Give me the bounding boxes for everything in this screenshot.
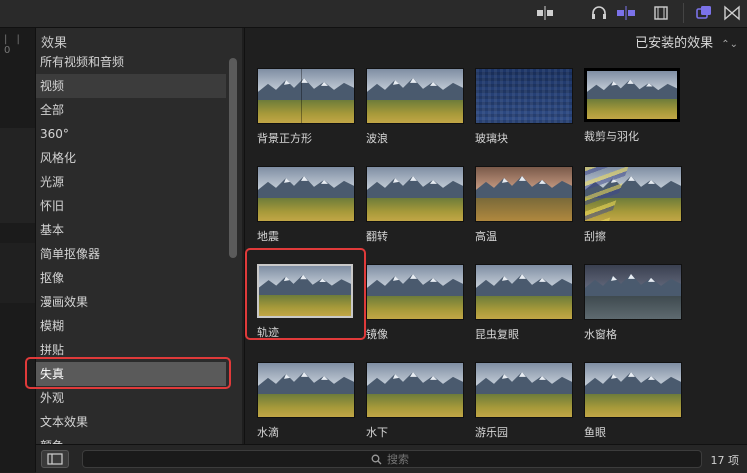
effect-label: 镜像: [366, 328, 388, 341]
effect-thumbnail[interactable]: [366, 264, 464, 320]
effect-label: 裁剪与羽化: [584, 130, 639, 143]
effect-label: 背景正方形: [257, 132, 312, 145]
headphones-icon[interactable]: [589, 4, 609, 22]
effect-thumbnail[interactable]: [584, 264, 682, 320]
effect-thumbnail[interactable]: [475, 362, 573, 418]
installed-effects-dropdown[interactable]: 已安装的效果 ⌃⌄: [635, 32, 738, 51]
effects-grid-panel: 已安装的效果 ⌃⌄ 背景正方形 波浪 玻璃块 裁剪与羽化地震 翻转 高温 刮擦轨迹 镜像 昆虫复…: [244, 28, 747, 444]
effect-label: 鱼眼: [584, 426, 606, 439]
left-strip-band: [0, 128, 35, 223]
effect-label: 高温: [475, 230, 497, 243]
panel-title: 效果: [41, 36, 68, 51]
split-view-icon[interactable]: [535, 4, 555, 22]
effect-tile[interactable]: 昆虫复眼: [475, 264, 573, 342]
effect-tile[interactable]: 波浪: [366, 68, 464, 146]
category-item[interactable]: 基本: [36, 218, 226, 242]
category-item[interactable]: 漫画效果: [36, 290, 226, 314]
category-item[interactable]: 视频: [36, 74, 226, 98]
effect-tile[interactable]: 镜像: [366, 264, 464, 342]
effect-label: 游乐园: [475, 426, 508, 439]
effect-thumbnail[interactable]: [366, 68, 464, 124]
category-panel: 效果 所有视频和音频 视频 全部 360° 风格化 光源 怀旧 基本 简单抠像器 抠像 漫画效果 模糊…: [36, 28, 242, 453]
search-input[interactable]: [83, 451, 701, 467]
effect-thumbnail[interactable]: [257, 264, 353, 318]
effect-label: 水滴: [257, 426, 279, 439]
chevron-updown-icon: ⌃⌄: [721, 39, 738, 50]
effect-tile[interactable]: 游乐园: [475, 362, 573, 440]
category-item[interactable]: 所有视频和音频: [36, 50, 226, 74]
category-item[interactable]: 风格化: [36, 146, 226, 170]
installed-effects-label: 已安装的效果: [635, 36, 714, 51]
filmstrip-icon[interactable]: [651, 4, 671, 22]
effect-thumbnail[interactable]: [584, 362, 682, 418]
effect-thumbnail[interactable]: [475, 166, 573, 222]
effect-label: 翻转: [366, 230, 388, 243]
effect-thumbnail[interactable]: [366, 166, 464, 222]
effect-thumbnail[interactable]: [584, 166, 682, 222]
bottom-bar: 17 项: [36, 444, 747, 473]
category-item[interactable]: 光源: [36, 170, 226, 194]
category-item[interactable]: 全部: [36, 98, 226, 122]
effect-label: 水下: [366, 426, 388, 439]
effect-tile[interactable]: 背景正方形: [257, 68, 355, 146]
effect-thumbnail[interactable]: [257, 68, 355, 124]
effect-thumbnail[interactable]: [475, 68, 573, 124]
effect-label: 波浪: [366, 132, 388, 145]
category-item[interactable]: 抠像: [36, 266, 226, 290]
effect-thumbnail[interactable]: [366, 362, 464, 418]
effect-thumbnail[interactable]: [584, 68, 680, 122]
toolbar-divider: [683, 3, 684, 23]
category-item[interactable]: 360°: [36, 122, 226, 146]
effect-label: 昆虫复眼: [475, 328, 519, 341]
category-item[interactable]: 文本效果: [36, 410, 226, 434]
effect-label: 轨迹: [257, 326, 279, 339]
effect-label: 玻璃块: [475, 132, 508, 145]
effects-browser-icon[interactable]: [694, 4, 714, 22]
category-item[interactable]: 外观: [36, 386, 226, 410]
category-scrollbar[interactable]: [229, 58, 237, 258]
effect-label: 刮擦: [584, 230, 606, 243]
category-item[interactable]: 拼贴: [36, 338, 226, 362]
effect-tile[interactable]: 水滴: [257, 362, 355, 440]
left-strip: | | 0: [0, 28, 36, 472]
effect-tile[interactable]: 玻璃块: [475, 68, 573, 146]
search-field[interactable]: [82, 450, 702, 468]
category-item[interactable]: 模糊: [36, 314, 226, 338]
effect-tile[interactable]: 裁剪与羽化: [584, 68, 682, 144]
effect-tile[interactable]: 翻转: [366, 166, 464, 244]
toggle-sidebar-button[interactable]: [41, 450, 69, 468]
audio-skimming-icon[interactable]: [615, 4, 637, 22]
effect-tile[interactable]: 刮擦: [584, 166, 682, 244]
effect-tile[interactable]: 地震: [257, 166, 355, 244]
effect-tile[interactable]: 轨迹: [257, 264, 355, 340]
effect-thumbnail[interactable]: [257, 362, 355, 418]
effect-thumbnail[interactable]: [475, 264, 573, 320]
category-item[interactable]: 简单抠像器: [36, 242, 226, 266]
effect-thumbnail[interactable]: [257, 166, 355, 222]
effect-tile[interactable]: 鱼眼: [584, 362, 682, 440]
transitions-browser-icon[interactable]: [722, 4, 742, 22]
effect-tile[interactable]: 水窗格: [584, 264, 682, 342]
category-item[interactable]: 失真: [36, 362, 226, 386]
category-list: 所有视频和音频 视频 全部 360° 风格化 光源 怀旧 基本 简单抠像器 抠像 漫画效果 模糊 拼贴失…: [36, 50, 226, 458]
left-strip-band: [0, 243, 35, 303]
sidebar-icon: [47, 453, 63, 465]
category-item[interactable]: 怀旧: [36, 194, 226, 218]
effect-label: 水窗格: [584, 328, 617, 341]
top-toolbar: [0, 0, 747, 28]
item-count: 17 项: [710, 454, 740, 467]
left-strip-ticks: | | 0: [4, 34, 23, 56]
effect-tile[interactable]: 水下: [366, 362, 464, 440]
effect-label: 地震: [257, 230, 279, 243]
effect-tile[interactable]: 高温: [475, 166, 573, 244]
